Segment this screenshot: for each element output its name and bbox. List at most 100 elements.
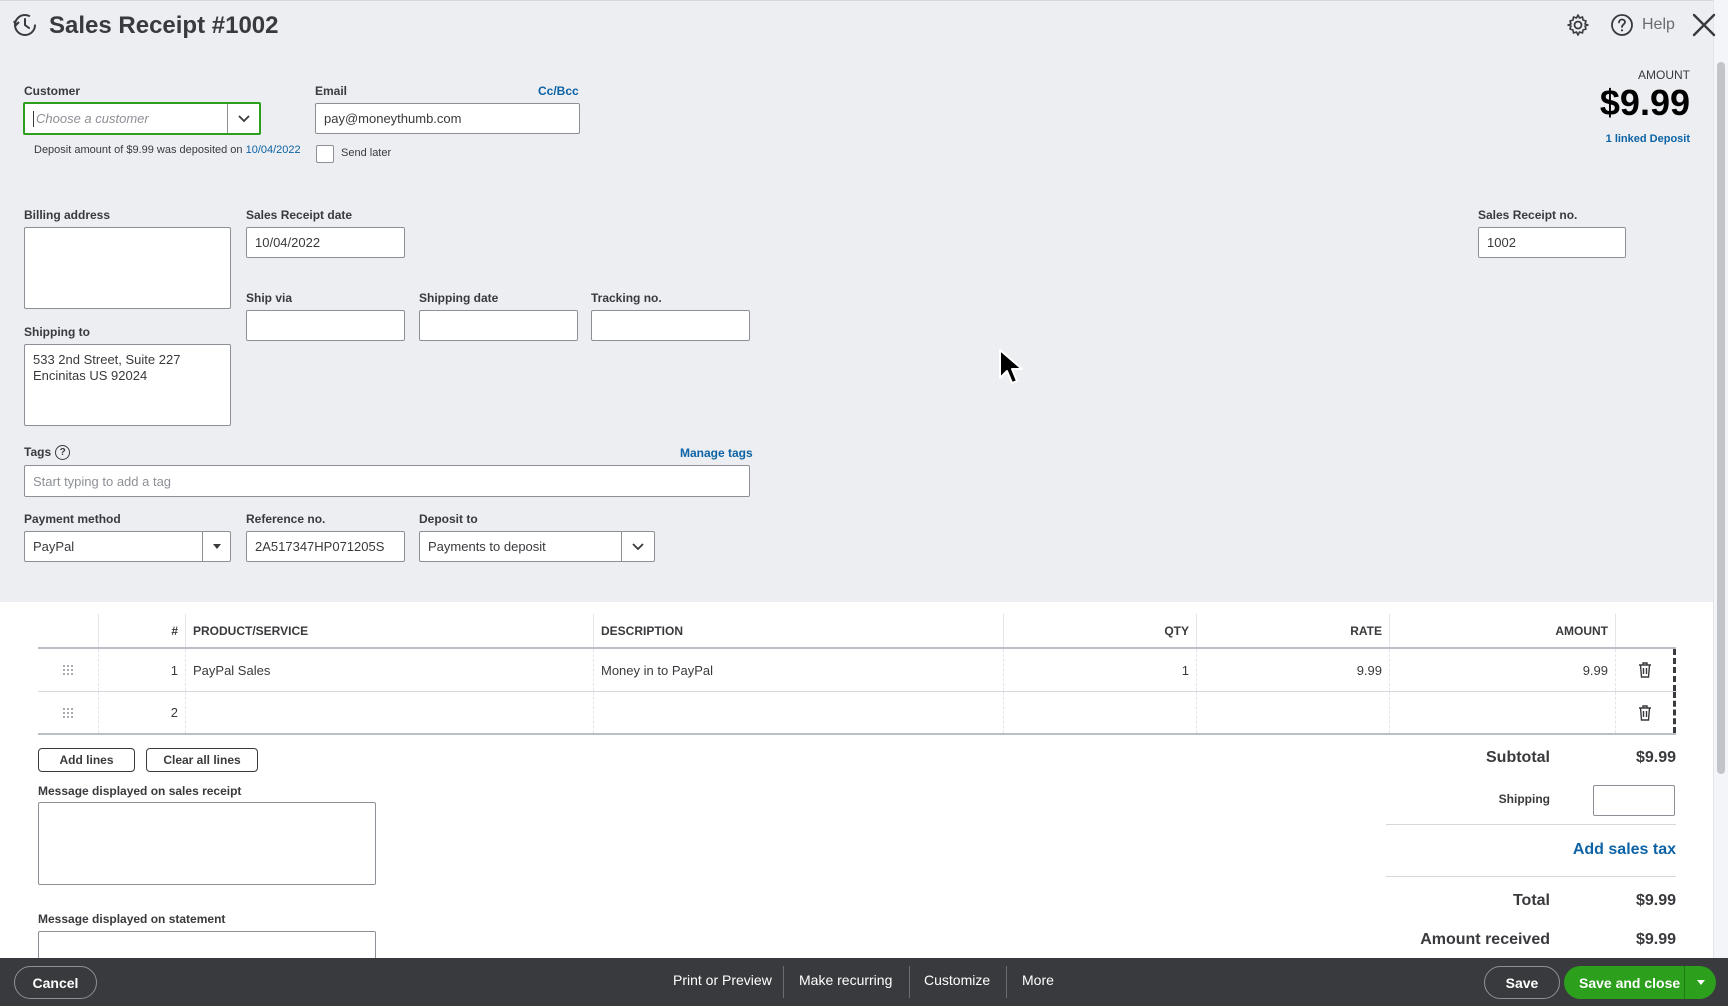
- manage-tags-link[interactable]: Manage tags: [680, 446, 753, 460]
- add-sales-tax-link[interactable]: Add sales tax: [1480, 841, 1676, 859]
- payment-method-value: PayPal: [33, 539, 75, 554]
- amount-label: AMOUNT: [1638, 68, 1690, 82]
- qty-cell[interactable]: 1: [1004, 649, 1197, 691]
- scrollbar[interactable]: [1713, 0, 1728, 958]
- drag-column-header: [38, 614, 99, 647]
- sales-receipt-no-field[interactable]: 1002: [1478, 227, 1626, 258]
- linked-deposit-link[interactable]: 1 linked Deposit: [1606, 133, 1690, 145]
- col-header-product: PRODUCT/SERVICE: [186, 614, 594, 647]
- shipping-amount-field[interactable]: [1593, 785, 1675, 816]
- tags-help-icon[interactable]: ?: [55, 445, 71, 461]
- table-row[interactable]: 2: [38, 692, 1676, 735]
- deposit-to-select[interactable]: Payments to deposit: [419, 531, 655, 562]
- shipping-address-line2: Encinitas US 92024: [33, 368, 148, 383]
- col-header-description: DESCRIPTION: [594, 614, 1004, 647]
- clear-all-lines-button[interactable]: Clear all lines: [146, 748, 258, 772]
- help-link[interactable]: Help: [1642, 16, 1675, 34]
- reference-no-label: Reference no.: [246, 512, 326, 526]
- ship-via-field[interactable]: [246, 310, 405, 341]
- cancel-button[interactable]: Cancel: [14, 966, 97, 999]
- row-number: 2: [99, 692, 186, 733]
- subtotal-value: $9.99: [1635, 749, 1676, 766]
- delete-row-button[interactable]: [1616, 649, 1676, 691]
- amount-received-value: $9.99: [1635, 931, 1676, 948]
- drag-handle-icon[interactable]: [38, 692, 99, 733]
- reference-no-field[interactable]: 2A517347HP071205S: [246, 531, 405, 562]
- col-header-qty: QTY: [1004, 614, 1197, 647]
- print-preview-button[interactable]: Print or Preview: [673, 972, 772, 988]
- amount-cell[interactable]: 9.99: [1390, 649, 1616, 691]
- save-and-close-label[interactable]: Save and close: [1564, 975, 1684, 991]
- row-number: 1: [99, 649, 186, 691]
- delete-column-header: [1616, 614, 1676, 647]
- page-title: Sales Receipt #1002: [49, 12, 279, 39]
- footer-separator: [909, 966, 910, 998]
- delete-row-button[interactable]: [1616, 692, 1676, 733]
- qty-cell[interactable]: [1004, 692, 1197, 733]
- shipping-to-field[interactable]: 533 2nd Street, Suite 227 Encinitas US 9…: [24, 344, 231, 426]
- col-header-rate: RATE: [1197, 614, 1390, 647]
- close-icon[interactable]: [1691, 12, 1717, 38]
- receipt-message-field[interactable]: [38, 802, 376, 885]
- trash-icon: [1638, 704, 1651, 721]
- tags-input[interactable]: Start typing to add a tag: [24, 465, 750, 497]
- billing-address-label: Billing address: [24, 208, 111, 222]
- save-button[interactable]: Save: [1484, 966, 1560, 999]
- save-options-dropdown[interactable]: [1685, 979, 1716, 986]
- send-later-label: Send later: [341, 147, 392, 159]
- line-items-table: # PRODUCT/SERVICE DESCRIPTION QTY RATE A…: [38, 614, 1676, 735]
- description-cell[interactable]: [594, 692, 1004, 733]
- payment-method-label: Payment method: [24, 512, 121, 526]
- product-cell[interactable]: PayPal Sales: [186, 649, 594, 691]
- footer-bar: Cancel Print or Preview Make recurring C…: [0, 958, 1728, 1006]
- make-recurring-button[interactable]: Make recurring: [799, 972, 892, 988]
- recent-transactions-icon[interactable]: [12, 12, 38, 38]
- trash-icon: [1638, 662, 1651, 678]
- deposit-to-dropdown-button[interactable]: [621, 532, 654, 561]
- grip-icon: [63, 707, 73, 718]
- tracking-no-field[interactable]: [591, 310, 750, 341]
- mouse-cursor-icon: [999, 349, 1023, 384]
- footer-separator: [1006, 966, 1007, 998]
- billing-address-field[interactable]: [24, 227, 231, 309]
- shipping-address-line1: 533 2nd Street, Suite 227: [33, 352, 181, 367]
- payment-method-dropdown-button[interactable]: [202, 532, 230, 561]
- amount-value: $9.99: [1599, 82, 1690, 123]
- customer-placeholder: Choose a customer: [36, 111, 149, 126]
- amount-cell[interactable]: [1390, 692, 1616, 733]
- customer-dropdown-button[interactable]: [227, 104, 259, 133]
- email-label: Email: [315, 84, 348, 98]
- drag-handle-icon[interactable]: [38, 649, 99, 691]
- col-header-num: #: [99, 614, 186, 647]
- shipping-date-field[interactable]: [419, 310, 578, 341]
- rate-cell[interactable]: [1197, 692, 1390, 733]
- caret-down-icon: [1696, 979, 1705, 985]
- sales-receipt-date-label: Sales Receipt date: [246, 208, 353, 222]
- gear-icon[interactable]: [1566, 13, 1590, 37]
- description-cell[interactable]: Money in to PayPal: [594, 649, 1004, 691]
- save-and-close-button[interactable]: Save and close: [1564, 966, 1716, 999]
- col-header-amount: AMOUNT: [1390, 614, 1616, 647]
- payment-method-select[interactable]: PayPal: [24, 531, 231, 562]
- tags-label-row: Tags?: [24, 445, 71, 461]
- sales-receipt-date-field[interactable]: 10/04/2022: [246, 227, 405, 258]
- help-icon[interactable]: [1610, 13, 1634, 37]
- deposit-to-value: Payments to deposit: [428, 539, 546, 554]
- deposit-date-link[interactable]: 10/04/2022: [246, 144, 301, 156]
- table-header-row: # PRODUCT/SERVICE DESCRIPTION QTY RATE A…: [38, 614, 1676, 649]
- receipt-message-label: Message displayed on sales receipt: [38, 784, 242, 798]
- shipping-date-label: Shipping date: [419, 291, 499, 305]
- shipping-label: Shipping: [1498, 792, 1550, 806]
- add-lines-button[interactable]: Add lines: [38, 748, 135, 772]
- scrollbar-thumb[interactable]: [1717, 62, 1725, 774]
- more-button[interactable]: More: [1022, 972, 1054, 988]
- table-row[interactable]: 1 PayPal Sales Money in to PayPal 1 9.99…: [38, 649, 1676, 692]
- customer-select[interactable]: Choose a customer: [23, 102, 261, 135]
- rate-cell[interactable]: 9.99: [1197, 649, 1390, 691]
- product-cell[interactable]: [186, 692, 594, 733]
- send-later-checkbox[interactable]: [316, 145, 334, 163]
- cc-bcc-link[interactable]: Cc/Bcc: [538, 84, 579, 98]
- customer-label: Customer: [24, 84, 81, 98]
- email-field[interactable]: pay@moneythumb.com: [315, 103, 580, 134]
- customize-button[interactable]: Customize: [924, 972, 990, 988]
